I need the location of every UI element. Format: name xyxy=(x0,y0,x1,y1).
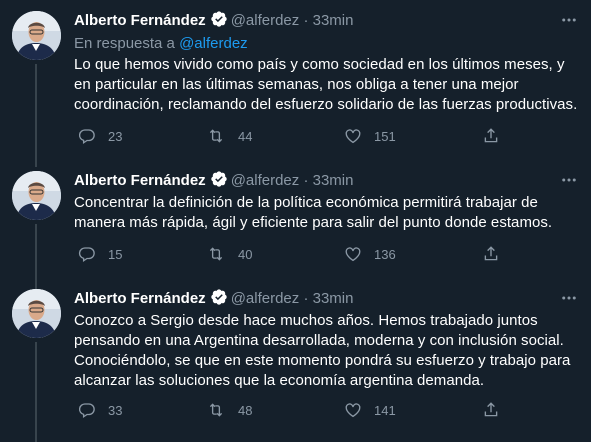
like-icon xyxy=(344,245,362,263)
retweet-count: 40 xyxy=(238,246,253,262)
tweet-actions: 33 48 141 xyxy=(74,401,574,421)
reply-context: En respuesta a @alferdez xyxy=(74,34,248,54)
author-handle[interactable]: @alferdez xyxy=(231,12,300,29)
thread-line xyxy=(35,64,37,160)
reply-button[interactable]: 15 xyxy=(78,245,122,263)
retweet-count: 48 xyxy=(238,402,253,418)
avatar[interactable] xyxy=(12,171,61,220)
thread-line xyxy=(35,160,37,167)
tweet[interactable]: Alberto Fernández @alferdez · 33min En re… xyxy=(0,0,591,160)
reply-prefix: En respuesta a xyxy=(74,35,175,52)
reply-count: 15 xyxy=(108,246,123,262)
tweet-text: Concentrar la definición de la política … xyxy=(74,194,553,231)
share-icon xyxy=(482,245,500,263)
tweet-header: Alberto Fernández @alferdez · 33min xyxy=(74,170,353,190)
verified-icon xyxy=(210,288,228,312)
tweet-header: Alberto Fernández @alferdez · 33min xyxy=(74,288,353,308)
more-icon[interactable] xyxy=(559,288,579,308)
author-handle[interactable]: @alferdez xyxy=(231,290,300,307)
separator-dot: · xyxy=(303,290,309,307)
like-icon xyxy=(344,127,362,145)
tweet[interactable]: Alberto Fernández @alferdez · 33min Conce… xyxy=(0,160,591,285)
reply-icon xyxy=(78,127,96,145)
verified-icon xyxy=(210,170,228,194)
share-button[interactable] xyxy=(482,245,500,263)
thread-line xyxy=(35,342,37,442)
reply-count: 33 xyxy=(108,402,123,418)
like-button[interactable]: 151 xyxy=(344,127,396,145)
separator-dot: · xyxy=(303,12,309,29)
more-icon[interactable] xyxy=(559,170,579,190)
share-icon xyxy=(482,401,500,419)
author-handle[interactable]: @alferdez xyxy=(231,172,300,189)
separator-dot: · xyxy=(303,172,309,189)
retweet-icon xyxy=(206,127,226,145)
like-count: 141 xyxy=(374,402,396,418)
timestamp[interactable]: 33min xyxy=(313,290,354,307)
author-name[interactable]: Alberto Fernández xyxy=(74,172,206,189)
like-button[interactable]: 141 xyxy=(344,401,396,419)
retweet-icon xyxy=(206,245,226,263)
reply-count: 23 xyxy=(108,128,123,144)
retweet-button[interactable]: 40 xyxy=(206,245,252,263)
avatar[interactable] xyxy=(12,11,61,60)
like-icon xyxy=(344,401,362,419)
tweet[interactable]: Alberto Fernández @alferdez · 33min Conoz… xyxy=(0,285,591,442)
avatar[interactable] xyxy=(12,289,61,338)
verified-icon xyxy=(210,10,228,34)
like-button[interactable]: 136 xyxy=(344,245,396,263)
reply-button[interactable]: 23 xyxy=(78,127,122,145)
like-count: 151 xyxy=(374,128,396,144)
tweet-header: Alberto Fernández @alferdez · 33min xyxy=(74,10,353,30)
author-name[interactable]: Alberto Fernández xyxy=(74,12,206,29)
timestamp[interactable]: 33min xyxy=(313,172,354,189)
more-icon[interactable] xyxy=(559,10,579,30)
tweet-text: Conozco a Sergio desde hace muchos años.… xyxy=(74,312,571,389)
thread-line xyxy=(35,224,37,285)
reply-mention-link[interactable]: @alferdez xyxy=(179,35,248,52)
retweet-icon xyxy=(206,401,226,419)
share-icon xyxy=(482,127,500,145)
reply-button[interactable]: 33 xyxy=(78,401,122,419)
timestamp[interactable]: 33min xyxy=(313,12,354,29)
share-button[interactable] xyxy=(482,401,500,419)
tweet-actions: 15 40 136 xyxy=(74,245,574,265)
author-name[interactable]: Alberto Fernández xyxy=(74,290,206,307)
retweet-button[interactable]: 44 xyxy=(206,127,252,145)
share-button[interactable] xyxy=(482,127,500,145)
tweet-actions: 23 44 151 xyxy=(74,127,574,147)
tweet-text: Lo que hemos vivido como país y como soc… xyxy=(74,56,578,113)
retweet-button[interactable]: 48 xyxy=(206,401,252,419)
reply-icon xyxy=(78,401,96,419)
like-count: 136 xyxy=(374,246,396,262)
reply-icon xyxy=(78,245,96,263)
retweet-count: 44 xyxy=(238,128,253,144)
